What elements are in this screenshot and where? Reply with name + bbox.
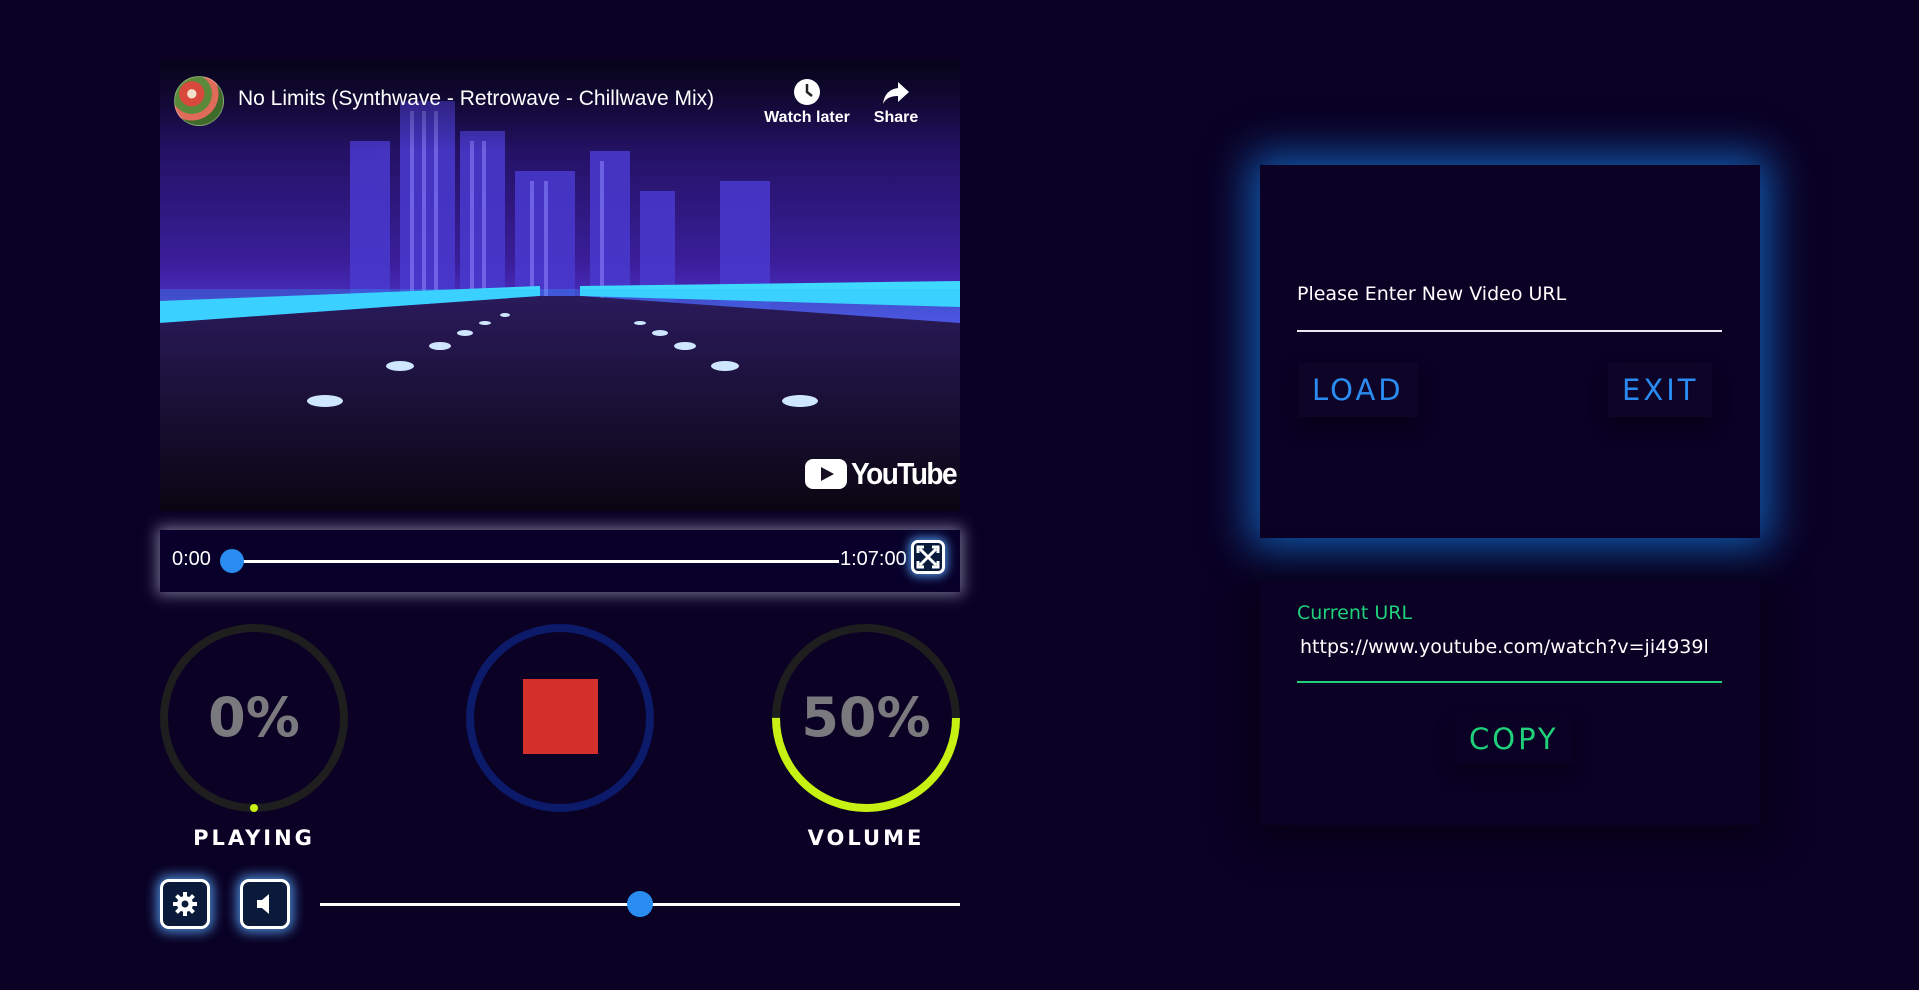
share-label: Share xyxy=(873,109,919,126)
volume-slider-thumb[interactable] xyxy=(627,891,653,917)
total-time: 1:07:00 xyxy=(840,548,907,570)
fullscreen-button[interactable] xyxy=(911,540,945,574)
settings-button[interactable] xyxy=(160,879,210,929)
video-player[interactable]: No Limits (Synthwave - Retrowave - Chill… xyxy=(160,61,960,511)
stop-icon[interactable] xyxy=(523,679,598,754)
volume-percent: 50% xyxy=(801,686,931,749)
channel-avatar[interactable] xyxy=(174,76,224,126)
watch-later-button[interactable]: Watch later xyxy=(757,77,857,127)
watch-later-label: Watch later xyxy=(764,109,850,126)
url-panel: Please Enter New Video URL LOAD EXIT xyxy=(1260,165,1760,538)
gear-icon xyxy=(173,892,197,916)
volume-dial[interactable]: 50% xyxy=(770,622,962,814)
app-root: No Limits (Synthwave - Retrowave - Chill… xyxy=(0,0,1919,990)
volume-label: VOLUME xyxy=(807,826,925,850)
current-url-underline xyxy=(1297,681,1722,683)
exit-button[interactable]: EXIT xyxy=(1608,363,1712,417)
clock-icon xyxy=(794,79,820,105)
seek-track[interactable] xyxy=(220,549,839,573)
stop-dial[interactable] xyxy=(464,622,656,814)
seek-thumb[interactable] xyxy=(220,549,244,573)
playing-label: PLAYING xyxy=(193,826,315,850)
current-url-panel: Current URL https://www.youtube.com/watc… xyxy=(1260,580,1760,825)
youtube-wordmark: YouTube xyxy=(851,456,958,491)
volume-slider[interactable] xyxy=(320,891,960,917)
video-title[interactable]: No Limits (Synthwave - Retrowave - Chill… xyxy=(238,87,714,111)
load-button[interactable]: LOAD xyxy=(1298,363,1418,417)
current-url-field[interactable]: https://www.youtube.com/watch?v=ji4939l xyxy=(1300,636,1720,658)
progress-bar: 0:00 1:07:00 xyxy=(160,530,960,592)
youtube-logo[interactable]: YouTube xyxy=(805,456,958,492)
share-button[interactable]: Share xyxy=(860,77,932,127)
current-time: 0:00 xyxy=(172,548,211,570)
current-url-label: Current URL xyxy=(1297,602,1413,624)
expand-icon xyxy=(916,545,940,569)
share-arrow-icon xyxy=(883,82,909,104)
playing-dial[interactable]: 0% xyxy=(158,622,350,814)
youtube-play-icon xyxy=(805,459,847,489)
speaker-icon xyxy=(257,894,269,914)
copy-button[interactable]: COPY xyxy=(1455,714,1573,764)
playing-percent: 0% xyxy=(208,686,300,749)
url-input-label[interactable]: Please Enter New Video URL xyxy=(1297,283,1566,305)
url-input-underline xyxy=(1297,330,1722,332)
mute-button[interactable] xyxy=(240,879,290,929)
